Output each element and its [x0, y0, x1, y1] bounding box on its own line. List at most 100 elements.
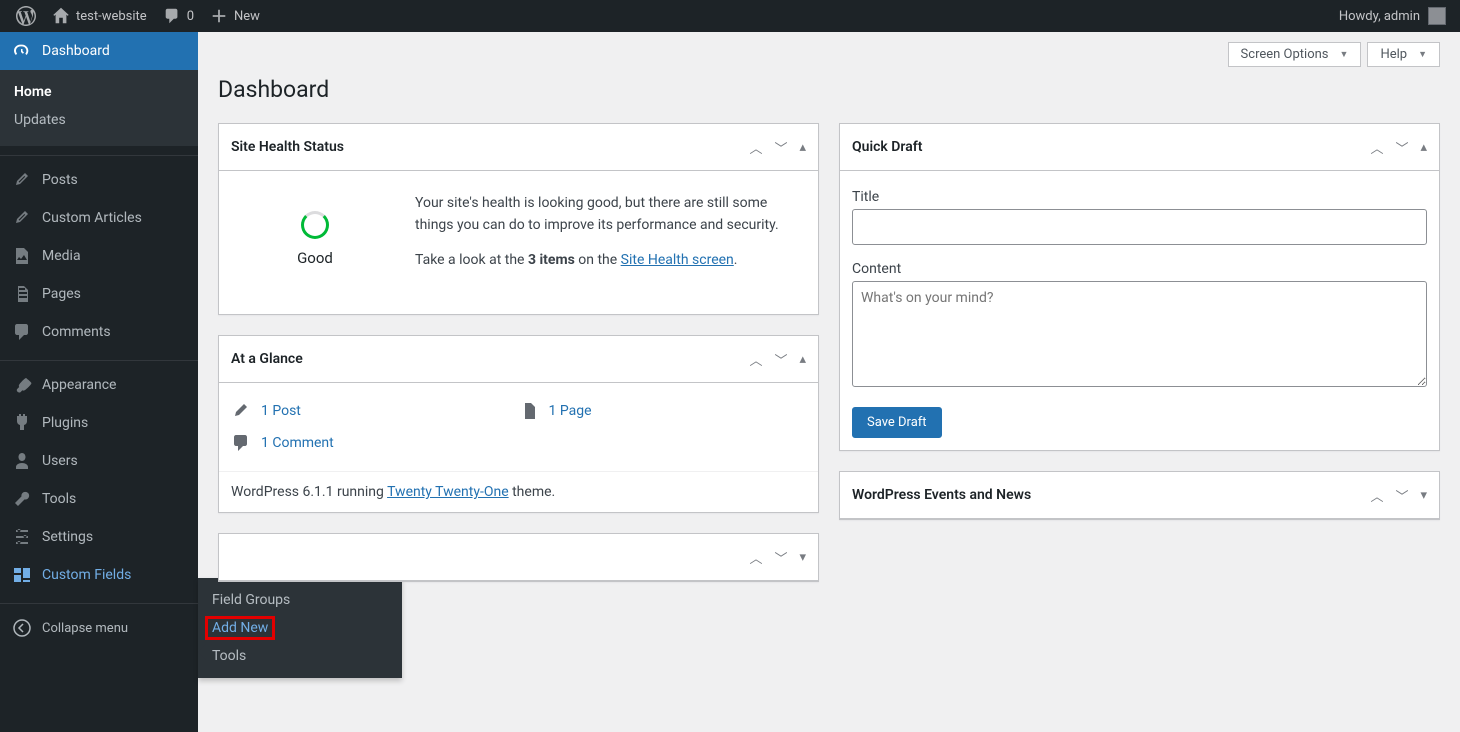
menu-appearance-label: Appearance: [42, 377, 116, 393]
menu-users-label: Users: [42, 453, 78, 469]
new-label: New: [234, 9, 260, 24]
toggle-icon[interactable]: ▾: [799, 550, 806, 565]
draft-content-label: Content: [852, 261, 1427, 277]
menu-users[interactable]: Users: [0, 442, 198, 480]
menu-custom-fields-label: Custom Fields: [42, 567, 131, 583]
toggle-icon[interactable]: ▴: [799, 352, 806, 367]
submenu-updates[interactable]: Updates: [0, 106, 198, 134]
menu-tools[interactable]: Tools: [0, 480, 198, 518]
toggle-icon[interactable]: ▴: [1420, 140, 1427, 155]
empty-widget: ︿ ﹀ ▾: [218, 533, 819, 582]
screen-options-label: Screen Options: [1241, 47, 1329, 62]
wordpress-icon: [16, 6, 36, 26]
glance-posts-label: 1 Post: [261, 403, 301, 419]
draft-content-textarea[interactable]: [852, 281, 1427, 387]
menu-appearance[interactable]: Appearance: [0, 366, 198, 404]
home-icon: [52, 7, 70, 25]
health-description: Your site's health is looking good, but …: [415, 193, 802, 236]
user-menu[interactable]: Howdy, admin: [1339, 7, 1452, 25]
site-health-title: Site Health Status: [231, 139, 749, 155]
site-name-link[interactable]: test-website: [44, 0, 155, 32]
admin-bar: test-website 0 New Howdy, admin: [0, 0, 1460, 32]
menu-pages[interactable]: Pages: [0, 275, 198, 313]
glance-pages[interactable]: 1 Page: [519, 401, 807, 421]
comment-icon: [163, 7, 181, 25]
health-items-line: Take a look at the 3 items on the Site H…: [415, 250, 802, 272]
move-down-icon[interactable]: ﹀: [774, 350, 787, 369]
health-status-label: Good: [235, 249, 395, 267]
pin-icon: [12, 208, 32, 228]
menu-posts-label: Posts: [42, 172, 78, 188]
site-health-link[interactable]: Site Health screen: [621, 252, 734, 268]
glance-version: WordPress 6.1.1 running Twenty Twenty-On…: [219, 471, 818, 512]
site-name: test-website: [76, 9, 147, 24]
glance-comments[interactable]: 1 Comment: [231, 433, 806, 453]
dashboard-submenu: Home Updates: [0, 70, 198, 146]
events-news-title: WordPress Events and News: [852, 487, 1370, 503]
menu-settings[interactable]: Settings: [0, 518, 198, 556]
menu-separator: [0, 356, 198, 361]
move-down-icon[interactable]: ﹀: [1395, 138, 1408, 157]
menu-settings-label: Settings: [42, 529, 93, 545]
move-up-icon[interactable]: ︿: [1370, 486, 1383, 505]
help-button[interactable]: Help: [1367, 42, 1440, 67]
health-circle-icon: [301, 211, 329, 239]
health-indicator: Good: [235, 193, 395, 267]
move-down-icon[interactable]: ﹀: [1395, 486, 1408, 505]
welcome-widgets-menus-icon: [12, 565, 32, 585]
move-up-icon[interactable]: ︿: [749, 138, 762, 157]
avatar: [1428, 7, 1446, 25]
move-down-icon[interactable]: ﹀: [774, 138, 787, 157]
menu-custom-fields[interactable]: Custom Fields: [0, 556, 198, 594]
menu-posts[interactable]: Posts: [0, 161, 198, 199]
menu-separator: [0, 599, 198, 604]
menu-comments[interactable]: Comments: [0, 313, 198, 351]
move-up-icon[interactable]: ︿: [749, 548, 762, 567]
comments-link[interactable]: 0: [155, 0, 202, 32]
help-label: Help: [1380, 47, 1407, 62]
brush-icon: [12, 375, 32, 395]
plus-icon: [210, 7, 228, 25]
toggle-icon[interactable]: ▴: [799, 140, 806, 155]
content-area: Screen Options Help Dashboard Site Healt…: [198, 32, 1460, 732]
menu-custom-articles-label: Custom Articles: [42, 210, 142, 226]
menu-custom-articles[interactable]: Custom Articles: [0, 199, 198, 237]
events-news-widget: WordPress Events and News ︿ ﹀ ▾: [839, 471, 1440, 520]
quick-draft-title: Quick Draft: [852, 139, 1370, 155]
toggle-icon[interactable]: ▾: [1420, 488, 1427, 503]
dashboard-icon: [12, 41, 32, 61]
draft-title-input[interactable]: [852, 209, 1427, 245]
menu-dashboard[interactable]: Dashboard: [0, 32, 198, 70]
menu-plugins-label: Plugins: [42, 415, 88, 431]
move-up-icon[interactable]: ︿: [1370, 138, 1383, 157]
screen-options-button[interactable]: Screen Options: [1228, 42, 1362, 67]
comments-count: 0: [187, 9, 194, 24]
menu-plugins[interactable]: Plugins: [0, 404, 198, 442]
glance-posts[interactable]: 1 Post: [231, 401, 519, 421]
page-icon: [12, 284, 32, 304]
comment-icon: [231, 433, 251, 453]
sliders-icon: [12, 527, 32, 547]
wrench-icon: [12, 489, 32, 509]
wp-logo[interactable]: [8, 0, 44, 32]
new-content-link[interactable]: New: [202, 0, 268, 32]
menu-media-label: Media: [42, 248, 81, 264]
menu-media[interactable]: Media: [0, 237, 198, 275]
glance-title: At a Glance: [231, 351, 749, 367]
menu-comments-label: Comments: [42, 324, 111, 340]
collapse-label: Collapse menu: [42, 621, 128, 636]
collapse-menu[interactable]: Collapse menu: [0, 609, 198, 647]
at-a-glance-widget: At a Glance ︿ ﹀ ▴ 1 Post: [218, 335, 819, 513]
comment-icon: [12, 322, 32, 342]
submenu-home[interactable]: Home: [0, 78, 198, 106]
move-up-icon[interactable]: ︿: [749, 350, 762, 369]
menu-dashboard-label: Dashboard: [42, 43, 110, 59]
collapse-icon: [12, 618, 32, 638]
theme-link[interactable]: Twenty Twenty-One: [387, 484, 509, 500]
glance-pages-label: 1 Page: [549, 403, 592, 419]
page-title: Dashboard: [218, 67, 1440, 123]
save-draft-button[interactable]: Save Draft: [852, 407, 942, 438]
move-down-icon[interactable]: ﹀: [774, 548, 787, 567]
site-health-widget: Site Health Status ︿ ﹀ ▴ Good Y: [218, 123, 819, 315]
quick-draft-widget: Quick Draft ︿ ﹀ ▴ Title Content Save Dra…: [839, 123, 1440, 451]
